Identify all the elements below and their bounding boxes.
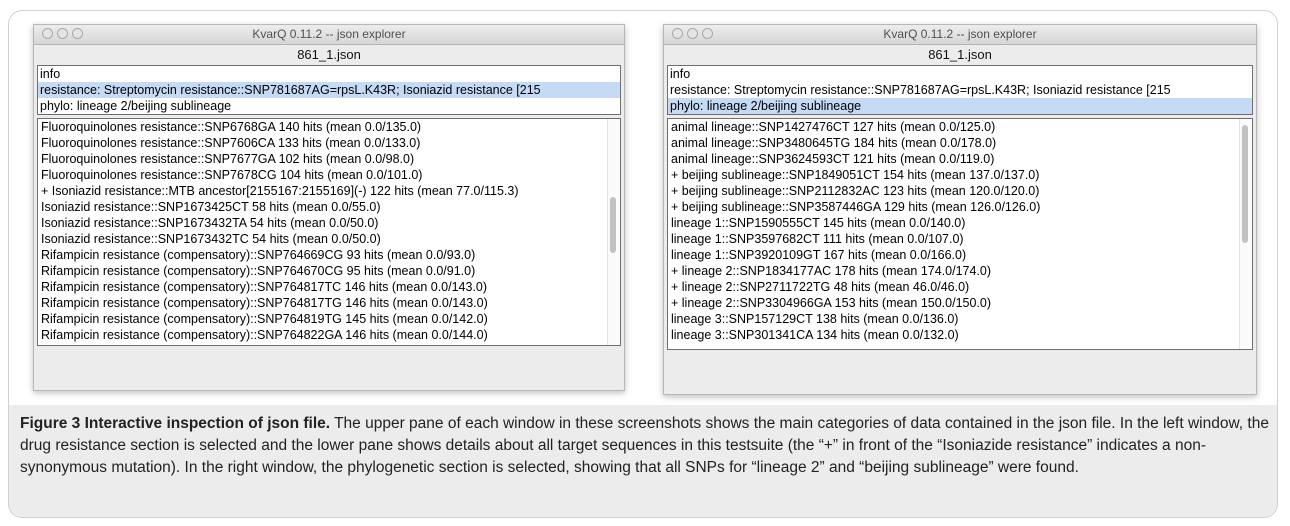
- scrollbar-thumb[interactable]: [610, 197, 616, 253]
- category-row-resistance[interactable]: resistance: Streptomycin resistance::SNP…: [38, 82, 620, 98]
- detail-row[interactable]: Rifampicin resistance (compensatory)::SN…: [38, 311, 620, 327]
- vertical-scrollbar[interactable]: [1239, 119, 1251, 349]
- detail-row[interactable]: Rifampicin resistance (compensatory)::SN…: [38, 263, 620, 279]
- detail-row[interactable]: Fluoroquinolones resistance::SNP6768GA 1…: [38, 119, 620, 135]
- categories-pane: info resistance: Streptomycin resistance…: [667, 65, 1253, 115]
- scrollbar-thumb[interactable]: [1242, 125, 1248, 243]
- window-title: KvarQ 0.11.2 -- json explorer: [883, 27, 1037, 41]
- detail-row[interactable]: + lineage 2::SNP2711722TG 48 hits (mean …: [668, 279, 1252, 295]
- detail-row[interactable]: + Isoniazid resistance::MTB ancestor[215…: [38, 183, 620, 199]
- detail-row[interactable]: + lineage 2::SNP1834177AC 178 hits (mean…: [668, 263, 1252, 279]
- detail-row[interactable]: + beijing sublineage::SNP3587446GA 129 h…: [668, 199, 1252, 215]
- detail-row[interactable]: Fluoroquinolones resistance::SNP7678CG 1…: [38, 167, 620, 183]
- detail-row[interactable]: Fluoroquinolones resistance::SNP7677GA 1…: [38, 151, 620, 167]
- details-pane: animal lineage::SNP1427476CT 127 hits (m…: [667, 118, 1253, 350]
- category-row-phylo[interactable]: phylo: lineage 2/beijing sublineage: [668, 98, 1252, 114]
- title-bar: KvarQ 0.11.2 -- json explorer: [664, 25, 1256, 45]
- caption-label: Figure 3 Interactive inspection of json …: [20, 415, 331, 432]
- detail-row[interactable]: animal lineage::SNP1427476CT 127 hits (m…: [668, 119, 1252, 135]
- category-row-resistance[interactable]: resistance: Streptomycin resistance::SNP…: [668, 82, 1252, 98]
- detail-row[interactable]: Rifampicin resistance (compensatory)::SN…: [38, 295, 620, 311]
- details-pane: Fluoroquinolones resistance::SNP6768GA 1…: [37, 118, 621, 346]
- detail-row[interactable]: animal lineage::SNP3624593CT 121 hits (m…: [668, 151, 1252, 167]
- detail-row[interactable]: lineage 1::SNP3597682CT 111 hits (mean 0…: [668, 231, 1252, 247]
- detail-row[interactable]: + beijing sublineage::SNP1849051CT 154 h…: [668, 167, 1252, 183]
- json-explorer-window-left: KvarQ 0.11.2 -- json explorer 861_1.json…: [33, 24, 625, 391]
- vertical-scrollbar[interactable]: [607, 119, 619, 345]
- categories-pane: info resistance: Streptomycin resistance…: [37, 65, 621, 115]
- detail-row[interactable]: Rifampicin resistance (compensatory)::SN…: [38, 247, 620, 263]
- detail-row[interactable]: lineage 3::SNP301341CA 134 hits (mean 0.…: [668, 327, 1252, 343]
- category-row-info[interactable]: info: [38, 66, 620, 82]
- detail-row[interactable]: Rifampicin resistance (compensatory)::SN…: [38, 327, 620, 343]
- detail-row[interactable]: lineage 1::SNP3920109GT 167 hits (mean 0…: [668, 247, 1252, 263]
- detail-row[interactable]: Fluoroquinolones resistance::SNP7606CA 1…: [38, 135, 620, 151]
- detail-row[interactable]: Rifampicin resistance (compensatory)::SN…: [38, 279, 620, 295]
- file-name-label: 861_1.json: [34, 45, 624, 65]
- detail-row[interactable]: + beijing sublineage::SNP2112832AC 123 h…: [668, 183, 1252, 199]
- detail-row[interactable]: animal lineage::SNP3480645TG 184 hits (m…: [668, 135, 1252, 151]
- json-explorer-window-right: KvarQ 0.11.2 -- json explorer 861_1.json…: [663, 24, 1257, 395]
- detail-row[interactable]: + lineage 2::SNP3304966GA 153 hits (mean…: [668, 295, 1252, 311]
- file-name-label: 861_1.json: [664, 45, 1256, 65]
- figure-caption: Figure 3 Interactive inspection of json …: [20, 413, 1270, 479]
- detail-row[interactable]: lineage 3::SNP157129CT 138 hits (mean 0.…: [668, 311, 1252, 327]
- detail-row[interactable]: lineage 1::SNP1590555CT 145 hits (mean 0…: [668, 215, 1252, 231]
- window-title: KvarQ 0.11.2 -- json explorer: [252, 27, 406, 41]
- category-row-phylo[interactable]: phylo: lineage 2/beijing sublineage: [38, 98, 620, 114]
- category-row-info[interactable]: info: [668, 66, 1252, 82]
- title-bar: KvarQ 0.11.2 -- json explorer: [34, 25, 624, 45]
- detail-row[interactable]: Isoniazid resistance::SNP1673432TA 54 hi…: [38, 215, 620, 231]
- detail-row[interactable]: Isoniazid resistance::SNP1673432TC 54 hi…: [38, 231, 620, 247]
- detail-row[interactable]: Isoniazid resistance::SNP1673425CT 58 hi…: [38, 199, 620, 215]
